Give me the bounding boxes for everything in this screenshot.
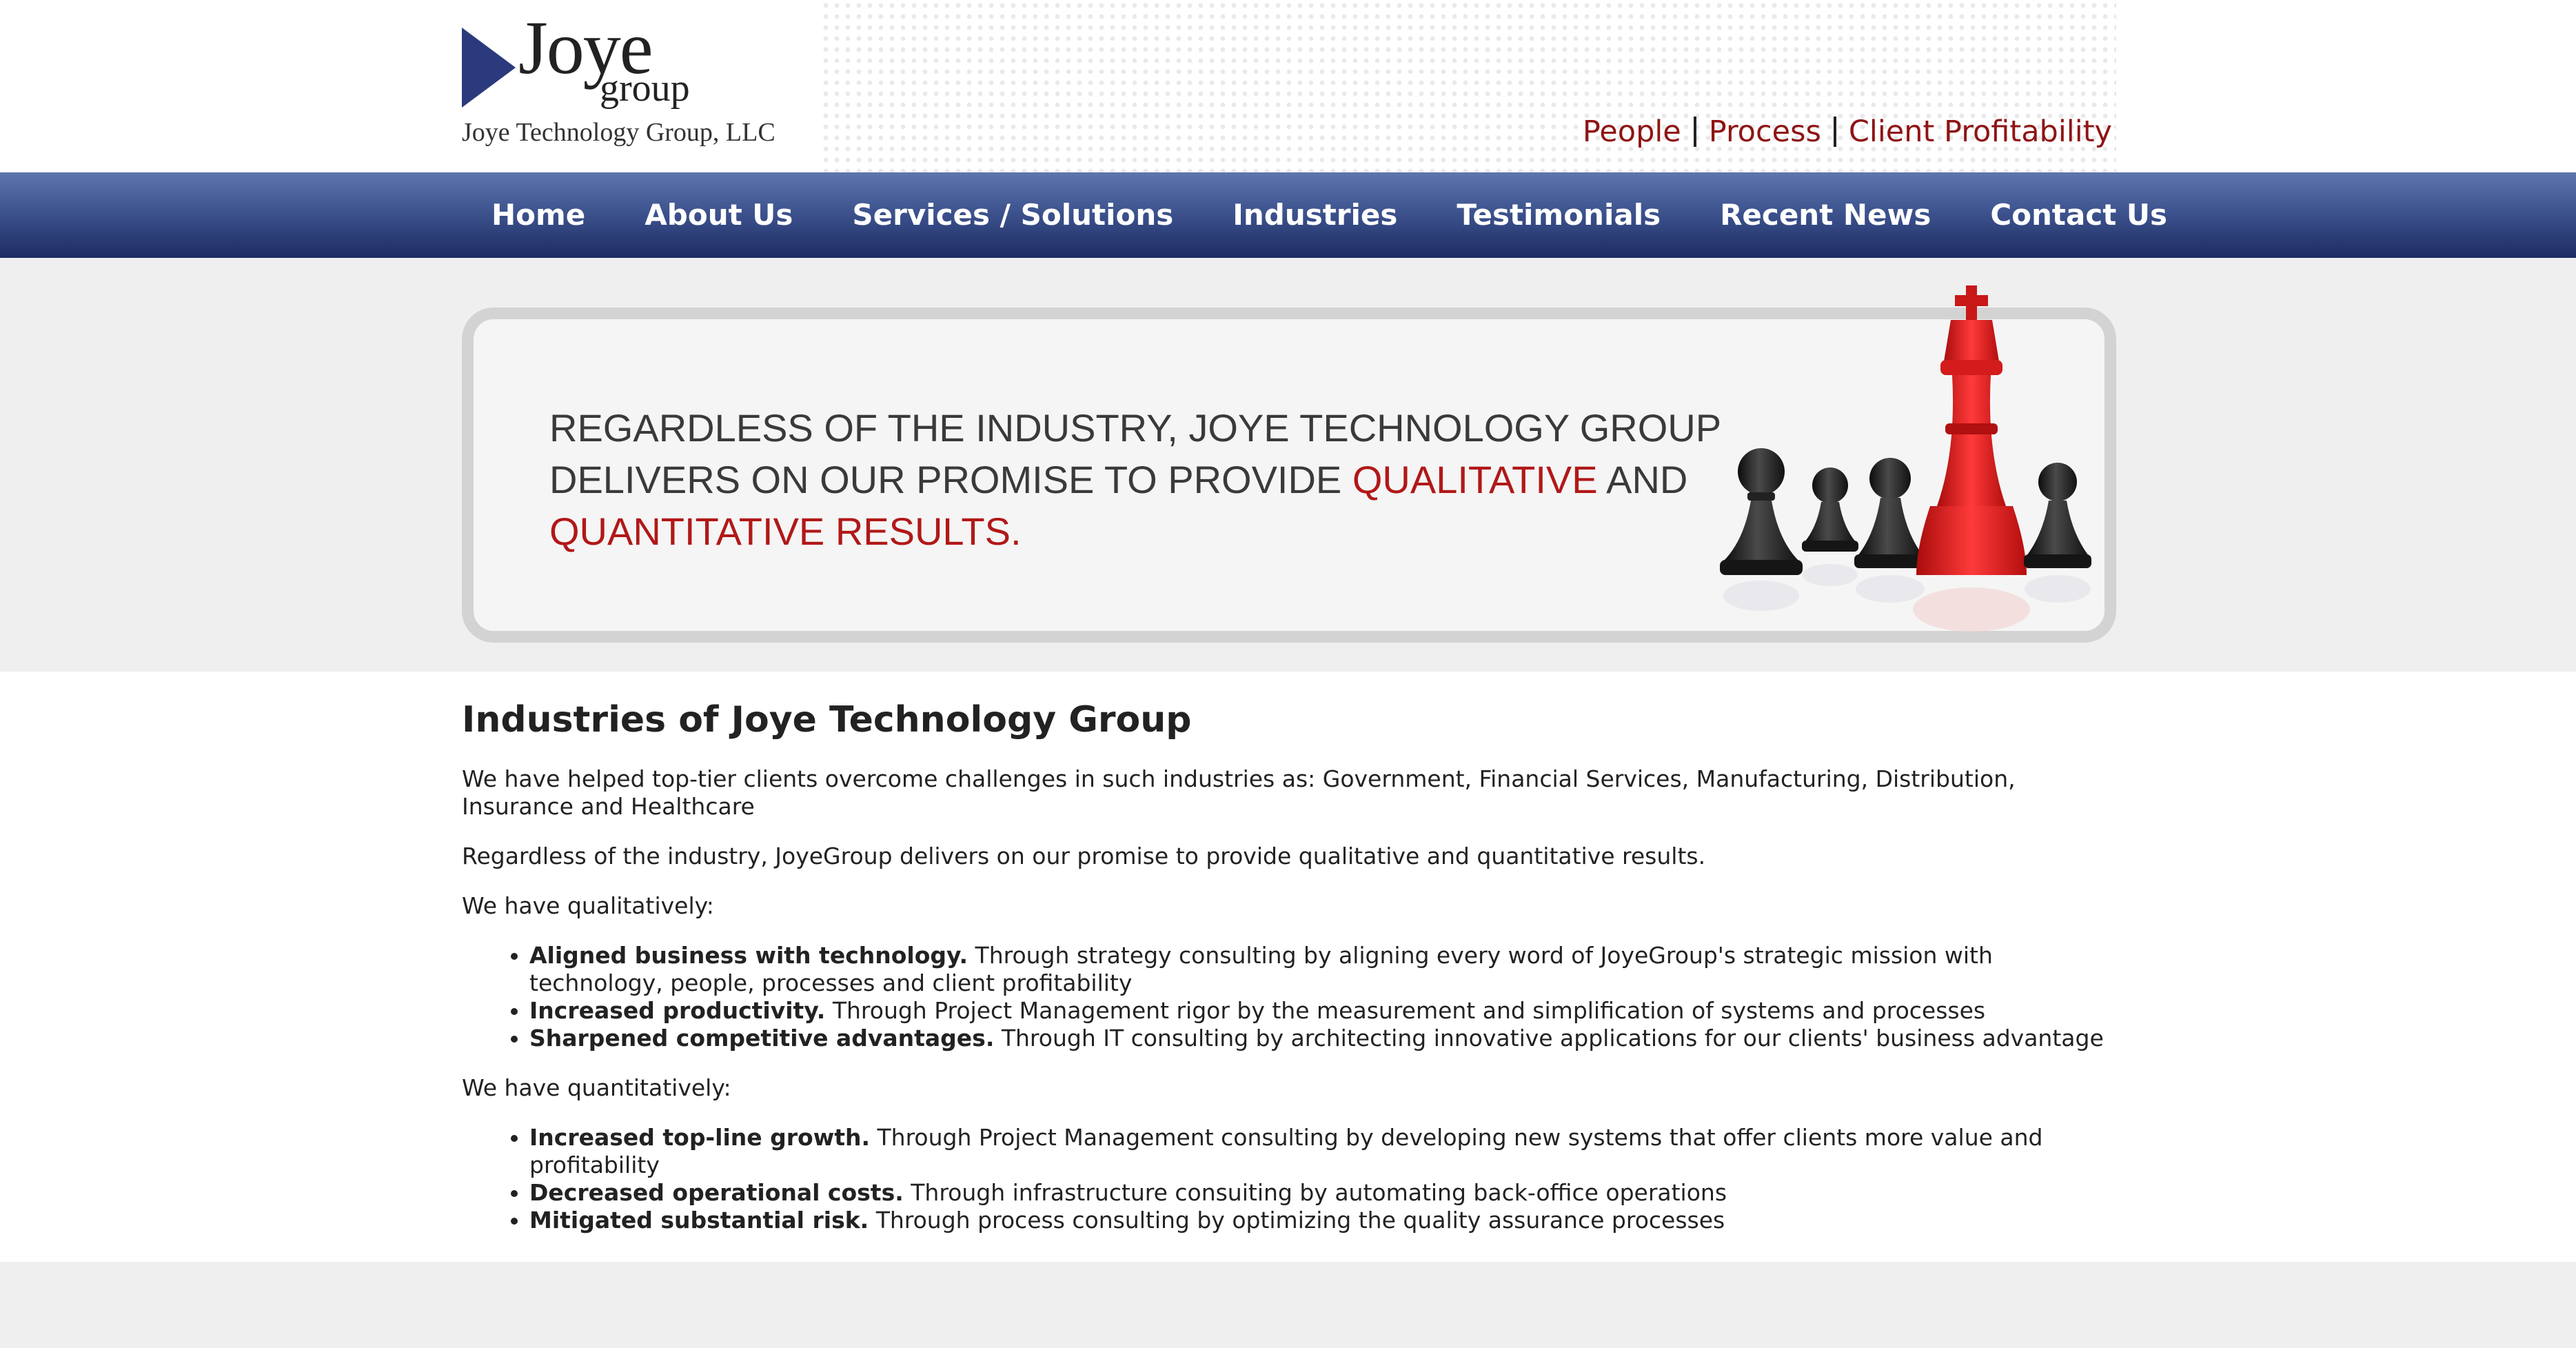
logo-triangle-icon <box>462 28 516 108</box>
main-content: Industries of Joye Technology Group We h… <box>0 672 2576 1262</box>
site-header: Joye group Joye Technology Group, LLC Pe… <box>0 0 2576 172</box>
list-item: Mitigated substantial risk. Through proc… <box>529 1207 2116 1234</box>
hero-line-2: DELIVERS ON OUR PROMISE TO PROVIDE QUALI… <box>549 458 1688 501</box>
nav-home[interactable]: Home <box>462 172 615 258</box>
logo-company-name: Joye Technology Group, LLC <box>462 118 775 147</box>
chess-pawn-icon <box>2024 463 2091 603</box>
chess-pawn-icon <box>1854 458 1927 603</box>
hero-text: REGARDLESS OF THE INDUSTRY, JOYE TECHNOL… <box>549 402 1721 557</box>
hero-line-3: QUANTITATIVE RESULTS. <box>549 510 1022 553</box>
hero-line-1: REGARDLESS OF THE INDUSTRY, JOYE TECHNOL… <box>549 406 1722 450</box>
chess-illustration <box>1720 285 2091 632</box>
nav-industries[interactable]: Industries <box>1203 172 1427 258</box>
nav-recent-news[interactable]: Recent News <box>1690 172 1960 258</box>
tagline: People Process Client Profitability <box>1583 114 2112 149</box>
chess-king-icon <box>1913 285 2030 632</box>
intro-paragraph: We have helped top-tier clients overcome… <box>462 765 2016 820</box>
nav-testimonials[interactable]: Testimonials <box>1427 172 1690 258</box>
promise-paragraph: Regardless of the industry, JoyeGroup de… <box>462 843 1706 869</box>
quantitative-heading: We have quantitatively: <box>462 1074 731 1101</box>
nav-about-us[interactable]: About Us <box>615 172 822 258</box>
tagline-divider <box>1693 117 1696 147</box>
tagline-people: People <box>1582 114 1681 149</box>
site-logo[interactable]: Joye group Joye Technology Group, LLC <box>462 6 775 156</box>
logo-sub: group <box>600 67 690 110</box>
qualitative-heading: We have qualitatively: <box>462 892 714 919</box>
qualitative-list: Aligned business with technology. Throug… <box>462 942 2116 1052</box>
list-item: Aligned business with technology. Throug… <box>529 942 2116 997</box>
chess-pawn-icon <box>1720 448 1803 611</box>
list-item: Sharpened competitive advantages. Throug… <box>529 1025 2116 1052</box>
nav-contact-us[interactable]: Contact Us <box>1960 172 2197 258</box>
list-item: Increased top-line growth. Through Proje… <box>529 1124 2116 1179</box>
nav-services-solutions[interactable]: Services / Solutions <box>822 172 1203 258</box>
tagline-divider <box>1833 117 1836 147</box>
page-title: Industries of Joye Technology Group <box>462 699 1192 741</box>
list-item: Increased productivity. Through Project … <box>529 997 2116 1025</box>
tagline-process: Process <box>1708 114 1821 149</box>
main-nav: Home About Us Services / Solutions Indus… <box>0 172 2576 258</box>
quantitative-list: Increased top-line growth. Through Proje… <box>462 1124 2116 1234</box>
list-item: Decreased operational costs. Through inf… <box>529 1179 2116 1207</box>
chess-pawn-icon <box>1802 467 1858 586</box>
hero-band: REGARDLESS OF THE INDUSTRY, JOYE TECHNOL… <box>0 258 2576 672</box>
tagline-client-profitability: Client Profitability <box>1848 114 2112 149</box>
